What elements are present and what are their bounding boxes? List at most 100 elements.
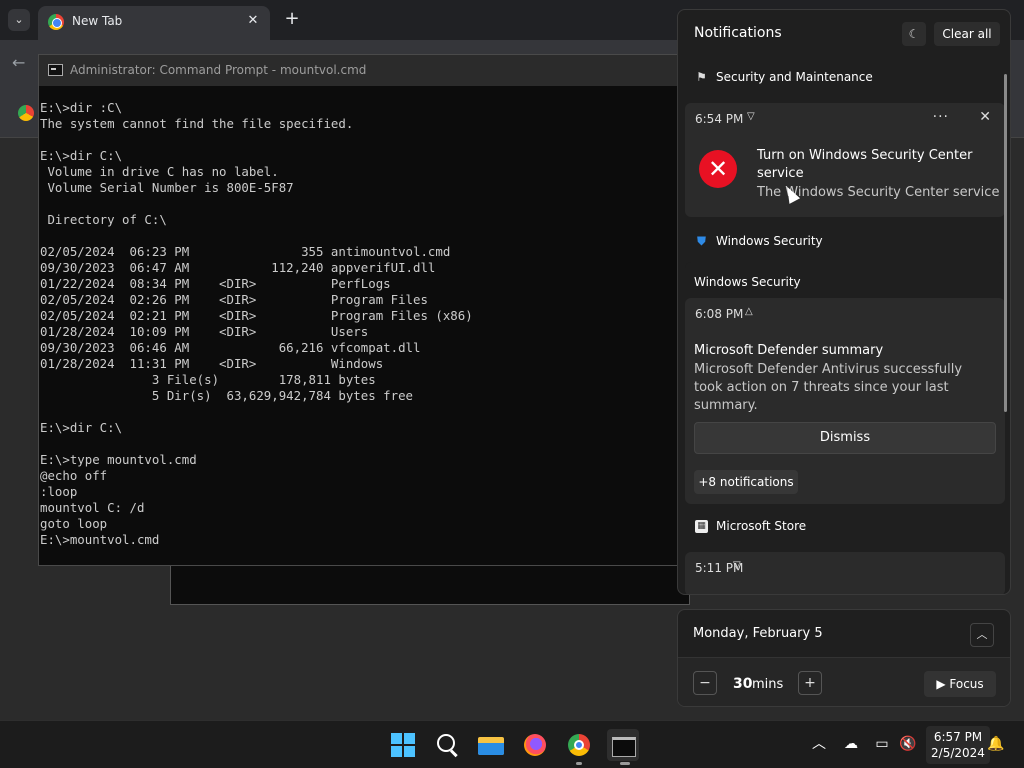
console-line: E:\>type mountvol.cmd [40, 452, 197, 467]
console-line: goto loop [40, 516, 108, 531]
console-line: 09/30/2023 06:46 AM 66,216 vfcompat.dll [40, 340, 421, 355]
play-icon: ▶ [936, 677, 950, 691]
search-icon[interactable] [431, 729, 463, 761]
network-icon[interactable]: ▭ [873, 735, 891, 753]
notification-card-store[interactable]: 5:11 PM ▽ [685, 552, 1005, 594]
tab-close-icon[interactable]: ✕ [244, 12, 262, 30]
cmd-window-title: Administrator: Command Prompt - mountvol… [70, 63, 367, 77]
dismiss-button[interactable]: Dismiss [694, 422, 996, 454]
console-line: Volume Serial Number is 800E-5F87 [40, 180, 294, 195]
console-line: The system cannot find the file specifie… [40, 116, 354, 131]
notification-scrollbar[interactable] [1004, 74, 1007, 412]
calendar-date: Monday, February 5 [693, 626, 823, 641]
calendar-panel: Monday, February 5 ︿ − 30 mins + ▶ Focus [677, 609, 1011, 707]
console-line: E:\>dir C:\ [40, 148, 123, 163]
error-icon: ✕ [699, 150, 737, 188]
more-notifications-button[interactable]: +8 notifications [694, 470, 798, 494]
focus-minutes-unit: mins [752, 677, 784, 692]
notification-title: Notifications [694, 25, 782, 41]
taskbar-clock[interactable]: 6:57 PM 2/5/2024 [926, 726, 990, 764]
close-icon[interactable]: ✕ [979, 109, 991, 125]
tray-overflow-chevron-icon[interactable]: ︿ [810, 735, 828, 753]
chrome-tab-new-tab[interactable]: New Tab ✕ [38, 6, 270, 40]
focus-decrease-button[interactable]: − [693, 671, 717, 695]
taskbar: ︿ ☁ ▭ 🔇 6:57 PM 2/5/2024 🔔 [0, 720, 1024, 768]
console-line: 02/05/2024 02:26 PM <DIR> Program Files [40, 292, 428, 307]
active-indicator [620, 762, 630, 765]
notification-time: 6:08 PM [695, 307, 744, 321]
onedrive-offline-icon[interactable]: ☁ [842, 735, 860, 753]
tab-title: New Tab [72, 14, 123, 28]
console-line: 3 File(s) 178,811 bytes [40, 372, 376, 387]
command-prompt-icon[interactable] [607, 729, 639, 761]
back-arrow-icon[interactable]: ← [12, 53, 25, 72]
console-line: 01/28/2024 11:31 PM <DIR> Windows [40, 356, 384, 371]
app-name: Security and Maintenance [716, 70, 873, 84]
running-indicator [576, 762, 582, 765]
console-line: @echo off [40, 468, 108, 483]
background-console-window [170, 560, 690, 605]
notification-heading: Turn on Windows Security Center service [757, 148, 973, 181]
notification-time: 6:54 PM [695, 112, 744, 126]
notification-center: Notifications ☾ Clear all ⚑ Security and… [677, 9, 1011, 595]
console-line: 01/28/2024 10:09 PM <DIR> Users [40, 324, 369, 339]
focus-minutes-value: 30 [733, 676, 753, 692]
app-group-windows-security[interactable]: ⛊ Windows Security [678, 222, 1010, 262]
console-line: E:\>dir C:\ [40, 420, 123, 435]
defender-card-body: 6:08 PM △ Microsoft Defender summary Mic… [685, 298, 1005, 504]
chevron-up-icon[interactable]: △ [745, 306, 753, 317]
new-tab-button[interactable]: + [282, 9, 302, 29]
chevron-down-icon[interactable]: ▽ [733, 560, 741, 571]
chrome-shortcut-icon[interactable] [18, 105, 34, 121]
clear-all-button[interactable]: Clear all [934, 22, 1000, 46]
cmd-app-icon [48, 64, 63, 76]
notification-header: Notifications ☾ Clear all [678, 10, 1010, 58]
notification-card-defender[interactable]: Windows Security 6:08 PM △ Microsoft Def… [685, 262, 1005, 504]
more-options-icon[interactable]: ··· [933, 109, 949, 125]
store-icon: ▦ [695, 520, 708, 533]
notification-body: Microsoft Defender Antivirus successfull… [694, 362, 963, 413]
volume-muted-icon[interactable]: 🔇 [899, 735, 917, 753]
console-line: Directory of C:\ [40, 212, 167, 227]
console-line: 02/05/2024 02:21 PM <DIR> Program Files … [40, 308, 473, 323]
console-line: 09/30/2023 06:47 AM 112,240 appverifUI.d… [40, 260, 436, 275]
file-explorer-icon[interactable] [475, 729, 507, 761]
console-line: Volume in drive C has no label. [40, 164, 279, 179]
console-line: 5 Dir(s) 63,629,942,784 bytes free [40, 388, 413, 403]
chrome-favicon-icon [48, 14, 64, 30]
flag-icon: ⚑ [696, 70, 707, 84]
firefox-icon[interactable] [519, 729, 551, 761]
console-line: E:\>mountvol.cmd [40, 532, 160, 547]
notification-bell-icon[interactable]: 🔔 [987, 735, 1005, 753]
console-line: E:\>dir :C\ [40, 100, 123, 115]
cmd-console-output[interactable]: E:\>dir :C\ The system cannot find the fi… [39, 86, 687, 566]
start-button-windows-icon[interactable] [387, 729, 419, 761]
focus-session-bar: − 30 mins + ▶ Focus [678, 658, 1010, 706]
app-name: Windows Security [716, 234, 823, 248]
command-prompt-window[interactable]: Administrator: Command Prompt - mountvol… [38, 54, 688, 566]
notification-card-security-center[interactable]: 6:54 PM ▽ ··· ✕ ✕ Turn on Windows Securi… [685, 103, 1005, 217]
app-group-security-and-maintenance[interactable]: ⚑ Security and Maintenance [678, 58, 1010, 98]
focus-button[interactable]: ▶ Focus [924, 671, 996, 697]
focus-label: Focus [949, 677, 984, 691]
clock-date: 2/5/2024 [931, 746, 985, 760]
console-line: mountvol C: /d [40, 500, 145, 515]
app-name: Microsoft Store [716, 519, 807, 533]
app-group-microsoft-store[interactable]: ▦ Microsoft Store [678, 507, 1010, 547]
do-not-disturb-icon[interactable]: ☾ [902, 22, 926, 46]
focus-increase-button[interactable]: + [798, 671, 822, 695]
chevron-up-icon[interactable]: ︿ [970, 623, 994, 647]
calendar-header: Monday, February 5 ︿ [678, 610, 1010, 658]
tab-search-button[interactable]: ⌄ [8, 9, 30, 31]
cmd-titlebar[interactable]: Administrator: Command Prompt - mountvol… [39, 55, 687, 86]
clock-time: 6:57 PM [933, 730, 983, 744]
console-line: 01/22/2024 08:34 PM <DIR> PerfLogs [40, 276, 391, 291]
chevron-down-icon[interactable]: ▽ [747, 111, 755, 122]
notification-heading: Microsoft Defender summary [694, 343, 884, 358]
chrome-icon[interactable] [563, 729, 595, 761]
